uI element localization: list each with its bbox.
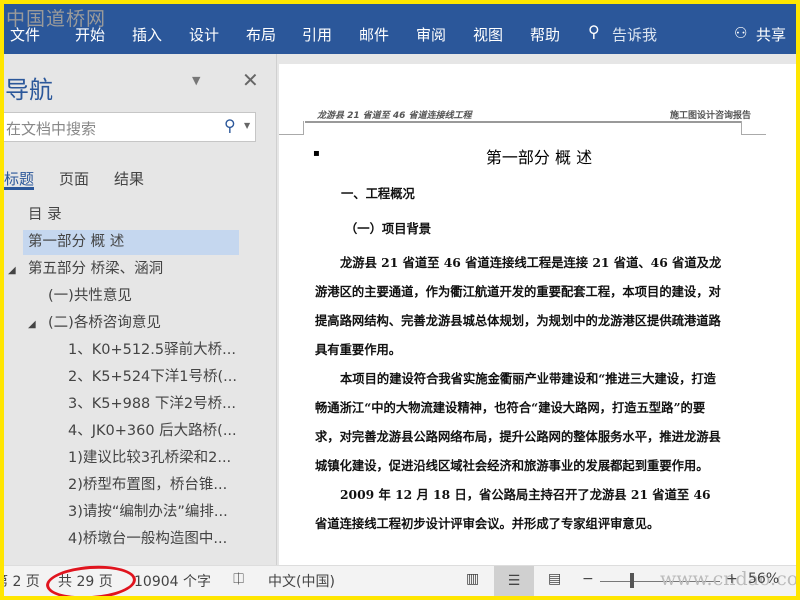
tab-review[interactable]: 审阅 (416, 24, 446, 45)
chevron-down-icon[interactable]: ▼ (244, 121, 250, 130)
status-bar: 第 2 页 共 29 页 10904 个字 ⎅ 中文(中国) ▥ ☰ ▤ − w… (4, 562, 796, 596)
zoom-in-button[interactable]: + (726, 571, 738, 587)
red-annotation-ellipse (44, 562, 138, 596)
nav-item[interactable]: 4)桥墩台一般构造图中... (68, 527, 227, 552)
heading-3: （一）项目背景 (345, 221, 432, 236)
tab-pages[interactable]: 页面 (59, 168, 89, 189)
word-count[interactable]: 10904 个字 (134, 571, 211, 591)
proofing-icon[interactable]: ⎅ (233, 571, 244, 587)
tab-headings[interactable]: 标题 (4, 168, 34, 189)
heading-2: 一、工程概况 (341, 186, 415, 201)
print-layout-icon[interactable]: ☰ (494, 566, 534, 596)
tell-me-box[interactable]: 告诉我 (612, 24, 657, 45)
tab-help[interactable]: 帮助 (530, 24, 560, 45)
navigation-pane: 导航 ▼ ✕ 在文档中搜索 ⚲ ▼ 标题 页面 结果 目 录 第一部分 概 述 … (4, 54, 270, 565)
language[interactable]: 中文(中国) (268, 571, 335, 591)
word-window: 中国道桥网 文件 开始 插入 设计 布局 引用 邮件 审阅 视图 帮助 ⚲ 告诉… (4, 4, 796, 596)
collapse-icon[interactable]: ◢ (8, 265, 16, 276)
tab-layout[interactable]: 布局 (246, 24, 276, 45)
nav-item[interactable]: 2、K5+524下洋1号桥(... (68, 365, 237, 390)
nav-item[interactable]: 3、K5+988 下洋2号桥... (68, 392, 236, 417)
tab-mailings[interactable]: 邮件 (359, 24, 389, 45)
nav-item-selected[interactable]: 第一部分 概 述 (28, 230, 124, 255)
margin-corner (279, 121, 304, 135)
close-icon[interactable]: ✕ (242, 68, 259, 92)
zoom-slider-thumb[interactable] (630, 573, 634, 588)
collapse-icon[interactable]: ◢ (28, 319, 36, 330)
nav-item[interactable]: (二)各桥咨询意见 (48, 311, 161, 336)
share-button[interactable]: 共享 (756, 24, 786, 45)
header-rule (305, 121, 741, 123)
zoom-level[interactable]: 56% (748, 571, 779, 587)
nav-item[interactable]: 1)建议比较3孔桥梁和2... (68, 446, 231, 471)
search-placeholder: 在文档中搜索 (6, 120, 97, 138)
margin-corner (741, 121, 766, 135)
nav-title: 导航 (5, 76, 53, 104)
active-tab-underline (4, 187, 34, 190)
paragraph: 龙游县 21 省道至 46 省道连接线工程是连接 21 省道、46 省道及龙游港… (315, 255, 722, 357)
tab-results[interactable]: 结果 (114, 168, 144, 189)
tab-view[interactable]: 视图 (473, 24, 503, 45)
nav-item[interactable]: 1、K0+512.5驿前大桥... (68, 338, 236, 363)
paragraph: 2009 年 12 月 18 日，省公路局主持召开了龙游县 21 省道至 46 … (315, 487, 711, 531)
person-add-icon: ⚇ (734, 24, 748, 42)
tab-references[interactable]: 引用 (302, 24, 332, 45)
tab-home[interactable]: 开始 (75, 24, 105, 45)
tab-design[interactable]: 设计 (189, 24, 219, 45)
ribbon-bar: 中国道桥网 文件 开始 插入 设计 布局 引用 邮件 审阅 视图 帮助 ⚲ 告诉… (4, 4, 796, 54)
search-icon[interactable]: ⚲ (224, 116, 236, 135)
page-number[interactable]: 第 2 页 (4, 571, 40, 591)
tab-file[interactable]: 文件 (10, 24, 40, 45)
paragraph: 本项目的建设符合我省实施金衢丽产业带建设和“推进三大建设，打造畅通浙江“中的大物… (315, 371, 721, 473)
nav-item[interactable]: 第五部分 桥梁、涵洞 (28, 257, 163, 282)
nav-item[interactable]: 3)请按“编制办法”编排... (68, 500, 228, 525)
nav-item[interactable]: 2)桥型布置图，桥台锥... (68, 473, 227, 498)
nav-item[interactable]: 4、JK0+360 后大路桥(... (68, 419, 237, 444)
chevron-down-icon[interactable]: ▼ (192, 74, 200, 87)
zoom-out-button[interactable]: − (582, 571, 594, 587)
header-left: 龙游县 21 省道至 46 省道连接线工程 (317, 111, 472, 121)
nav-item[interactable]: 目 录 (28, 203, 62, 228)
document-page[interactable]: 龙游县 21 省道至 46 省道连接线工程 施工图设计咨询报告 ▪ 第一部分 概… (279, 64, 796, 565)
nav-item[interactable]: (一)共性意见 (48, 284, 132, 309)
search-input[interactable]: 在文档中搜索 ⚲ ▼ (4, 112, 256, 142)
header-right: 施工图设计咨询报告 (669, 111, 751, 121)
tab-insert[interactable]: 插入 (132, 24, 162, 45)
heading-1: 第一部分 概 述 (485, 148, 593, 167)
web-layout-icon[interactable]: ▤ (548, 571, 561, 587)
read-mode-icon[interactable]: ▥ (466, 571, 479, 587)
lightbulb-search-icon: ⚲ (588, 22, 600, 41)
document-area[interactable]: 龙游县 21 省道至 46 省道连接线工程 施工图设计咨询报告 ▪ 第一部分 概… (276, 54, 796, 565)
